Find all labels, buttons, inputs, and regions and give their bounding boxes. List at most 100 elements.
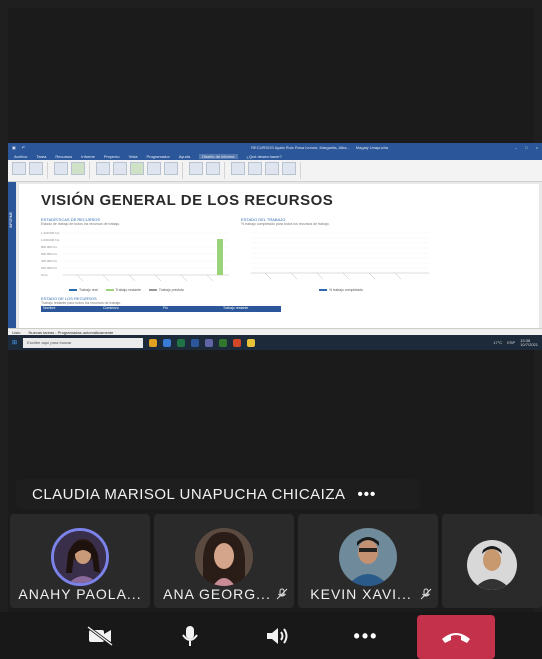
ribbon-button[interactable] [113,162,127,175]
windows-start-icon[interactable]: ⊞ [12,339,17,346]
bar-remaining-work [217,239,223,275]
ribbon-button[interactable] [71,162,85,175]
chrome-icon[interactable] [247,338,256,347]
speaker-icon [267,628,288,644]
ribbon-button[interactable] [29,162,43,175]
view-sidebar: INFORME [8,182,16,328]
report-title: VISIÓN GENERAL DE LOS RECURSOS [41,192,334,209]
participant-tile[interactable]: ANAHY PAOLA... [10,514,150,608]
participant-tile[interactable]: KEVIN XAVI... [298,514,438,608]
call-controls: ••• [0,612,542,659]
teams-icon[interactable] [205,338,214,347]
maximize-icon[interactable]: □ [525,145,527,150]
col-comienzo[interactable]: Comienzo [101,306,161,312]
microphone-button[interactable] [170,618,210,654]
hang-up-button[interactable] [417,615,495,659]
save-icon[interactable]: ▣ [12,145,16,150]
status-ready: Listo [12,329,21,335]
y-tick: 200.000 hrs [41,266,57,270]
participant-name: KEVIN XAVI... [310,586,412,602]
resource-status-desc: Trabajo restante para todos los recursos… [41,301,122,305]
language[interactable]: ESP [507,340,515,345]
ribbon-button[interactable] [189,162,203,175]
taskbar-search-input[interactable]: Escribe aquí para buscar [23,337,144,348]
tab-programador[interactable]: Programador [146,154,169,159]
ribbon-button[interactable] [164,162,178,175]
participant-tile[interactable] [442,514,542,608]
system-tray: 17°C ESP 13:38 10/7/2021 [493,338,538,347]
ribbon-toolbar [8,160,542,182]
tell-me-search[interactable]: ¿Qué desea hacer? [247,154,282,159]
participant-tile[interactable]: ANA GEORG... [154,514,294,608]
ribbon-button[interactable] [130,162,144,175]
legend-actual-work: Trabajo real [69,288,98,292]
col-nombre[interactable]: Nombre [41,306,101,312]
ribbon-button[interactable] [248,162,262,175]
col-fin[interactable]: Fin [161,306,221,312]
ribbon-tabs: Archivo Tarea Recursos Informe Proyecto … [8,152,542,160]
y-tick: 0 hrs [41,273,48,277]
left-chart-legend: Trabajo real Trabajo restante Trabajo pr… [69,288,184,292]
y-tick: 600.000 hrs [41,252,57,256]
col-trabajo-restante[interactable]: Trabajo restante [221,306,281,312]
resource-stats-chart: 1.200.000 hrs 1.000.000 hrs 800.000 hrs … [41,231,229,282]
ribbon-button[interactable] [231,162,245,175]
y-tick: 400.000 hrs [41,259,57,263]
speaker-name-pill: CLAUDIA MARISOL UNAPUCHA CHICAIZA ••• [16,479,420,509]
phone-hangup-icon [442,633,470,643]
task-mode[interactable]: Nuevas tareas : Programadas automáticame… [28,330,113,335]
resource-table-header: Nombre Comienzo Fin Trabajo restante [41,306,281,312]
close-icon[interactable]: × [536,145,538,150]
camera-off-icon [87,626,113,646]
work-status-desc: % trabajo completado para todos los recu… [241,222,330,226]
y-tick: 800.000 hrs [41,245,57,249]
undo-icon[interactable]: ↶ [22,145,25,150]
tab-diseno-informe[interactable]: Diseño de informe [199,153,238,159]
weather[interactable]: 17°C [493,340,502,345]
excel-icon[interactable] [177,338,186,347]
speaker-more-button[interactable]: ••• [358,486,377,503]
more-options-button[interactable]: ••• [346,618,386,654]
participant-avatar [339,528,397,586]
ribbon-button[interactable] [282,162,296,175]
report-page: VISIÓN GENERAL DE LOS RECURSOS ESTADÍSTI… [19,184,539,328]
minimize-icon[interactable]: – [515,145,517,150]
mic-muted-icon [420,588,432,600]
tab-archivo[interactable]: Archivo [14,154,27,159]
work-status-chart [251,232,429,280]
participant-name: ANA GEORG... [163,586,271,602]
tab-vista[interactable]: Vista [129,154,138,159]
tab-tarea[interactable]: Tarea [36,154,46,159]
legend-planned-work: Trabajo previsto [148,288,184,292]
participant-name: ANAHY PAOLA... [18,586,142,602]
right-chart-legend: % trabajo completado [319,288,363,292]
participant-avatar [467,540,517,590]
edge-icon[interactable] [163,338,172,347]
stats-desc: Estado de trabajo de todos los recursos … [41,222,121,226]
ribbon-button[interactable] [265,162,279,175]
mic-muted-icon [276,588,288,600]
report-area: INFORME VISIÓN GENERAL DE LOS RECURSOS E… [8,182,542,328]
ribbon-button[interactable] [206,162,220,175]
camera-off-button[interactable] [80,618,120,654]
ribbon-button[interactable] [54,162,68,175]
windows-taskbar: ⊞ Escribe aquí para buscar 17°C ESP 13:3… [8,335,542,350]
file-explorer-icon[interactable] [149,338,158,347]
speaker-name: CLAUDIA MARISOL UNAPUCHA CHICAIZA [32,485,346,503]
clock-date[interactable]: 10/7/2021 [520,342,538,347]
app-titlebar: ▣ ↶ RECURSOS Ayala Ruiz Rosa Ivonne, Mar… [8,143,542,152]
tab-proyecto[interactable]: Proyecto [104,154,120,159]
word-icon[interactable] [191,338,200,347]
tab-informe[interactable]: Informe [81,154,95,159]
microphone-icon [182,626,198,646]
tab-recursos[interactable]: Recursos [55,154,72,159]
project-icon[interactable] [219,338,228,347]
tab-ayuda[interactable]: Ayuda [179,154,190,159]
ribbon-button[interactable] [96,162,110,175]
ribbon-button[interactable] [12,162,26,175]
shared-screen: ▣ ↶ RECURSOS Ayala Ruiz Rosa Ivonne, Mar… [8,143,542,350]
speaker-button[interactable] [258,618,298,654]
ribbon-button[interactable] [147,162,161,175]
powerpoint-icon[interactable] [233,338,242,347]
window-title: RECURSOS Ayala Ruiz Rosa Ivonne, Margari… [251,145,350,150]
